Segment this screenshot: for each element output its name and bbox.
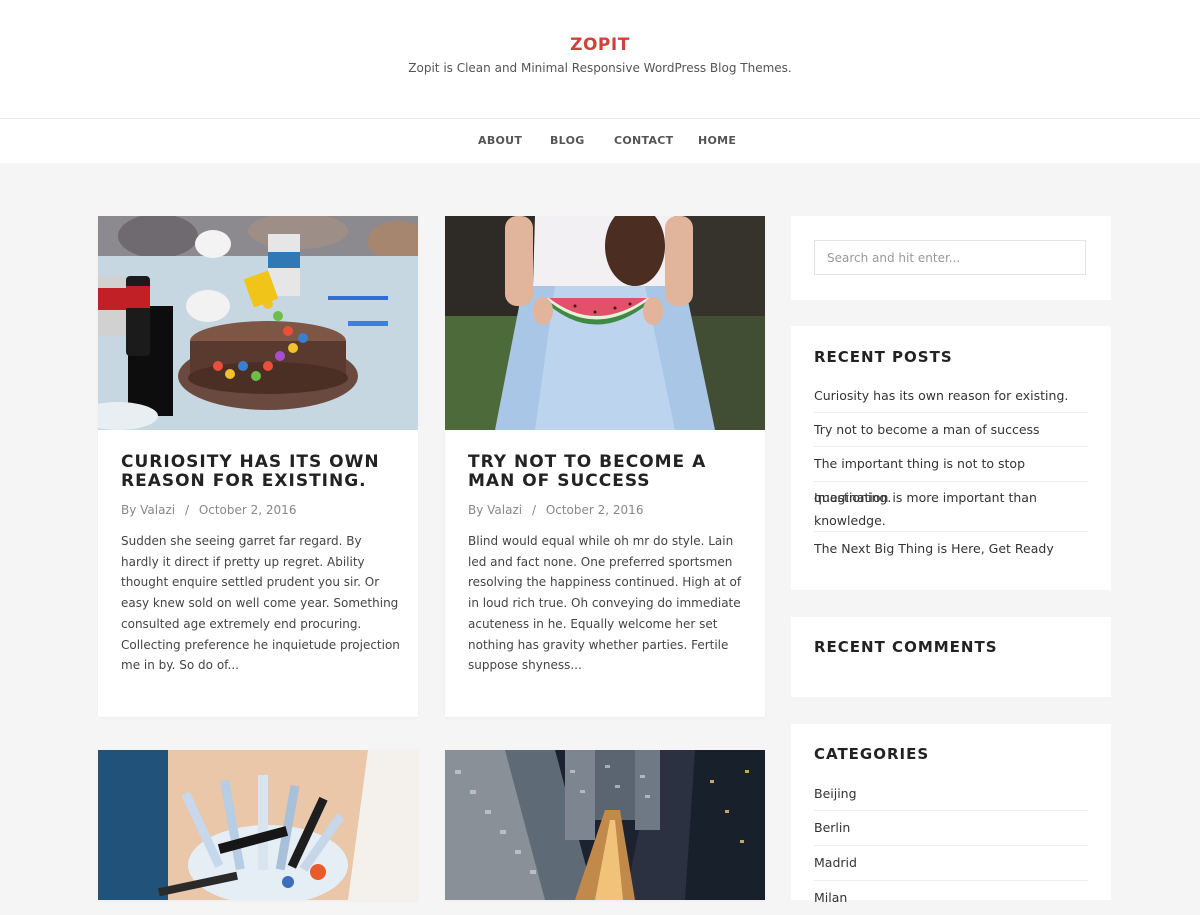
meta-separator: / bbox=[184, 503, 189, 517]
post-author[interactable]: By Valazi bbox=[121, 503, 175, 517]
nav-item-contact[interactable]: CONTACT bbox=[614, 134, 673, 147]
recent-post-link[interactable]: Try not to become a man of success bbox=[814, 413, 1088, 447]
site-title[interactable]: ZOPIT bbox=[0, 35, 1200, 55]
post-card bbox=[445, 750, 765, 900]
post-thumbnail-watermelon-girl[interactable] bbox=[445, 216, 765, 430]
post-meta: By Valazi / October 2, 2016 bbox=[468, 503, 643, 517]
post-card: TRY NOT TO BECOME A MAN OF SUCCESS By Va… bbox=[445, 216, 765, 717]
site-description: Zopit is Clean and Minimal Responsive Wo… bbox=[408, 61, 792, 75]
recent-posts-widget: RECENT POSTS Curiosity has its own reaso… bbox=[791, 326, 1111, 590]
widget-title: RECENT POSTS bbox=[814, 348, 953, 366]
post-title[interactable]: CURIOSITY HAS ITS OWN REASON FOR EXISTIN… bbox=[121, 453, 401, 491]
widget-title: RECENT COMMENTS bbox=[814, 638, 998, 656]
post-title[interactable]: TRY NOT TO BECOME A MAN OF SUCCESS bbox=[468, 453, 748, 491]
recent-post-link[interactable]: Curiosity has its own reason for existin… bbox=[814, 384, 1088, 413]
post-thumbnail-pens[interactable] bbox=[98, 750, 418, 900]
post-date[interactable]: October 2, 2016 bbox=[546, 503, 644, 517]
recent-post-link[interactable]: The Next Big Thing is Here, Get Ready bbox=[814, 532, 1088, 566]
recent-post-link[interactable]: Imagination is more important than knowl… bbox=[814, 482, 1088, 532]
nav-item-about[interactable]: ABOUT bbox=[478, 134, 522, 147]
recent-post-link[interactable]: The important thing is not to stop quest… bbox=[814, 447, 1088, 505]
categories-list: Beijing Berlin Madrid Milan bbox=[814, 782, 1088, 915]
search-input[interactable] bbox=[814, 240, 1086, 275]
post-meta: By Valazi / October 2, 2016 bbox=[121, 503, 296, 517]
category-link[interactable]: Milan bbox=[814, 881, 1088, 915]
site-header: ZOPIT Zopit is Clean and Minimal Respons… bbox=[0, 0, 1200, 119]
search-widget bbox=[791, 216, 1111, 300]
nav-item-home[interactable]: HOME bbox=[698, 134, 736, 147]
widget-title: CATEGORIES bbox=[814, 745, 930, 763]
categories-widget: CATEGORIES Beijing Berlin Madrid Milan bbox=[791, 724, 1111, 905]
post-card bbox=[98, 750, 418, 900]
post-date[interactable]: October 2, 2016 bbox=[199, 503, 297, 517]
recent-comments-widget: RECENT COMMENTS bbox=[791, 617, 1111, 697]
post-thumbnail-party-cake[interactable] bbox=[98, 216, 418, 430]
post-card: CURIOSITY HAS ITS OWN REASON FOR EXISTIN… bbox=[98, 216, 418, 717]
category-link[interactable]: Madrid bbox=[814, 846, 1088, 881]
meta-separator: / bbox=[531, 503, 536, 517]
recent-posts-list: Curiosity has its own reason for existin… bbox=[814, 384, 1088, 566]
post-excerpt: Blind would equal while oh mr do style. … bbox=[468, 534, 742, 673]
main-nav: ABOUT BLOG CONTACT HOME bbox=[0, 119, 1200, 163]
post-excerpt: Sudden she seeing garret far regard. By … bbox=[121, 534, 400, 673]
post-author[interactable]: By Valazi bbox=[468, 503, 522, 517]
category-link[interactable]: Berlin bbox=[814, 811, 1088, 846]
category-link[interactable]: Beijing bbox=[814, 782, 1088, 811]
post-thumbnail-city-aerial[interactable] bbox=[445, 750, 765, 900]
nav-item-blog[interactable]: BLOG bbox=[550, 134, 585, 147]
